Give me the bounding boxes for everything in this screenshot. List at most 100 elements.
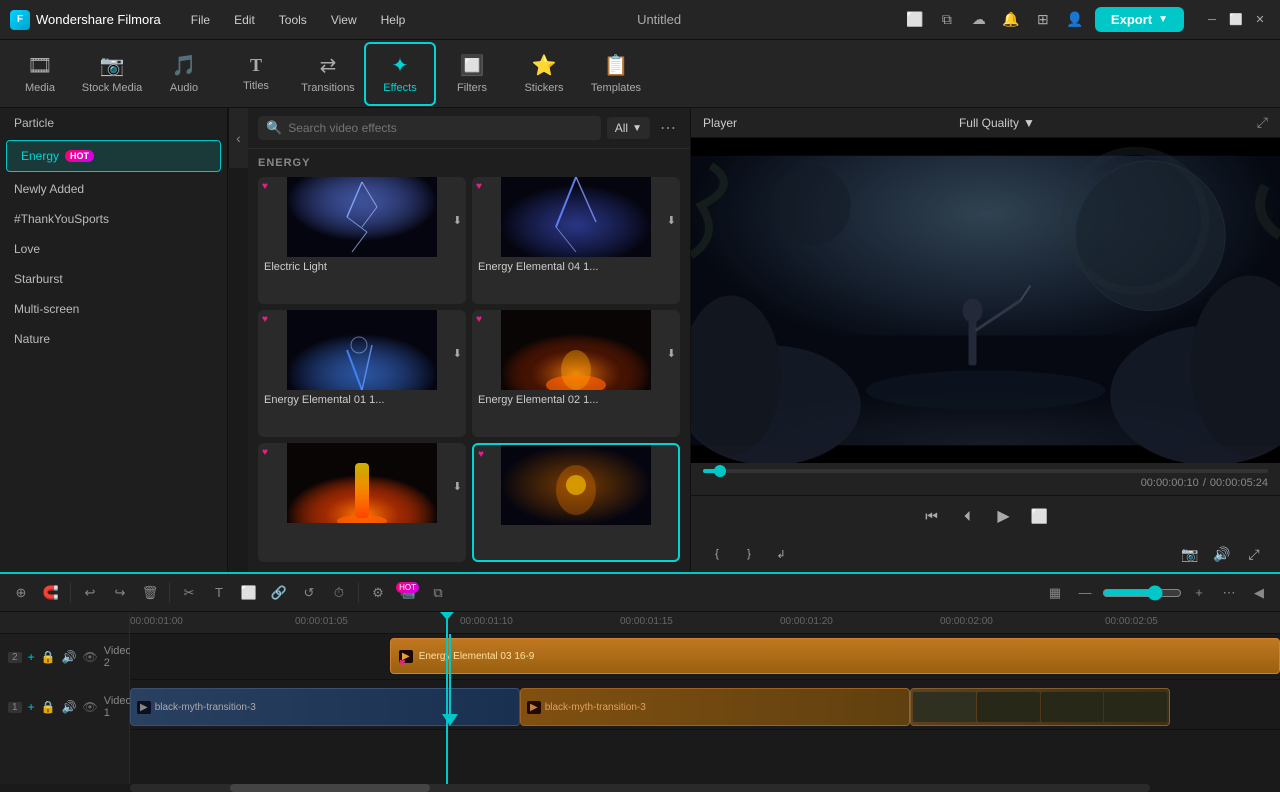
topbar-icon-4[interactable]: 🔔	[999, 8, 1023, 32]
menu-help[interactable]: Help	[371, 9, 416, 31]
effect-clip-block[interactable]: ▶ Energy Elemental 03 16-9 ♥	[390, 638, 1280, 674]
download-icon[interactable]: ⬇	[453, 214, 462, 227]
topbar-icon-5[interactable]: ⊞	[1031, 8, 1055, 32]
effect-thumb-energy-02: ♥ ⬇	[472, 310, 680, 390]
maximize-button[interactable]: ⬜	[1226, 10, 1246, 30]
download-icon[interactable]: ⬇	[667, 214, 676, 227]
more-options-button[interactable]: ⋯	[656, 118, 680, 138]
zoom-out-button[interactable]: —	[1072, 580, 1098, 606]
nav-item-effects[interactable]: ✦ Effects	[364, 42, 436, 106]
more-timeline-button[interactable]: ⋯	[1216, 580, 1242, 606]
close-button[interactable]: ✕	[1250, 10, 1270, 30]
fullscreen-icon[interactable]: ⤢	[1257, 114, 1268, 131]
mark-in-button[interactable]: {	[703, 540, 731, 568]
horizontal-scrollbar[interactable]	[130, 784, 1150, 792]
insert-button[interactable]: ↲	[767, 540, 795, 568]
stop-button[interactable]: ⬜	[1026, 502, 1054, 530]
adjust-button[interactable]: ⚙	[365, 580, 391, 606]
export-button[interactable]: Export ▼	[1095, 7, 1184, 32]
track-icon-volume-video1[interactable]: 🔊	[62, 700, 77, 714]
video-clip-1[interactable]: ▶ black-myth-transition-3	[130, 688, 520, 726]
menu-edit[interactable]: Edit	[224, 9, 265, 31]
effect-card-energy-01[interactable]: ♥ ⬇ Energy Elemental 01 1...	[258, 310, 466, 437]
redo-button[interactable]: ↪	[107, 580, 133, 606]
topbar-icon-1[interactable]: ⬜	[903, 8, 927, 32]
expand-button[interactable]: ⤢	[1240, 540, 1268, 568]
topbar-icon-3[interactable]: ☁	[967, 8, 991, 32]
search-input[interactable]	[288, 121, 593, 135]
sidebar-item-multi-screen[interactable]: Multi-screen	[0, 294, 227, 324]
zoom-in-button[interactable]: +	[1186, 580, 1212, 606]
undo-button[interactable]: ↩	[77, 580, 103, 606]
player-label: Player	[703, 116, 737, 130]
go-to-start-button[interactable]: ⏮	[918, 502, 946, 530]
menu-view[interactable]: View	[321, 9, 367, 31]
nav-item-media[interactable]: 🎞 Media	[4, 42, 76, 106]
effect-card-energy-04[interactable]: ♥ ⬇ Energy Elemental 04 1...	[472, 177, 680, 304]
sidebar-item-particle[interactable]: Particle	[0, 108, 227, 138]
play-button[interactable]: ▶	[990, 502, 1018, 530]
text-tool-button[interactable]: T	[206, 580, 232, 606]
track-icon-eye-video2[interactable]: 👁	[82, 650, 97, 664]
screen-record-button[interactable]: 📹 HOT	[395, 580, 421, 606]
zoom-slider[interactable]	[1102, 585, 1182, 601]
scrollbar-thumb[interactable]	[230, 784, 430, 792]
add-track-button[interactable]: ⊕	[8, 580, 34, 606]
download-icon[interactable]: ⬇	[453, 480, 462, 493]
sidebar-item-love[interactable]: Love	[0, 234, 227, 264]
sidebar-item-nature[interactable]: Nature	[0, 324, 227, 354]
sidebar-item-newly-added[interactable]: Newly Added	[0, 174, 227, 204]
delete-button[interactable]: 🗑	[137, 580, 163, 606]
topbar-icon-2[interactable]: ⧉	[935, 8, 959, 32]
track-icon-add-v1[interactable]: +	[28, 700, 35, 714]
track-icon-lock-v1[interactable]: 🔒	[41, 700, 56, 714]
sidebar-item-starburst[interactable]: Starburst	[0, 264, 227, 294]
effect-card-energy-05[interactable]: ♥	[472, 443, 680, 562]
track-icon-volume-video2[interactable]: 🔊	[62, 650, 77, 664]
pip-button[interactable]: ⧉	[425, 580, 451, 606]
track-icon-lock[interactable]: 🔒	[41, 650, 56, 664]
video-clip-2[interactable]: ▶ black-myth-transition-3	[520, 688, 910, 726]
menu-file[interactable]: File	[181, 9, 220, 31]
collapse-button[interactable]: ◀	[1246, 580, 1272, 606]
magnet-button[interactable]: 🧲	[38, 580, 64, 606]
cut-button[interactable]: ✂	[176, 580, 202, 606]
timer-button[interactable]: ⏱	[326, 580, 352, 606]
mark-out-button[interactable]: }	[735, 540, 763, 568]
playhead[interactable]	[446, 612, 448, 784]
track-height-button[interactable]: ▦	[1042, 580, 1068, 606]
link-button[interactable]: 🔗	[266, 580, 292, 606]
filter-dropdown[interactable]: All ▼	[607, 117, 650, 139]
player-extra-controls: { } ↲ 📷 🔊 ⤢	[691, 536, 1280, 572]
track-icon-add[interactable]: +	[28, 650, 35, 664]
nav-item-stickers[interactable]: ⭐ Stickers	[508, 42, 580, 106]
crop-button[interactable]: ⬜	[236, 580, 262, 606]
sidebar-item-thankyousports[interactable]: #ThankYouSports	[0, 204, 227, 234]
effect-card-energy-02[interactable]: ♥ ⬇ Energy Elemental 02 1...	[472, 310, 680, 437]
stickers-icon: ⭐	[532, 53, 557, 78]
loop-button[interactable]: ↺	[296, 580, 322, 606]
video-clip-3[interactable]	[910, 688, 1170, 726]
nav-item-stock-media[interactable]: 📷 Stock Media	[76, 42, 148, 106]
minimize-button[interactable]: ─	[1202, 10, 1222, 30]
topbar-icon-6[interactable]: 👤	[1063, 8, 1087, 32]
progress-bar[interactable]	[703, 469, 1268, 473]
sidebar-item-energy[interactable]: Energy HOT	[6, 140, 221, 172]
nav-item-filters[interactable]: 🔲 Filters	[436, 42, 508, 106]
volume-button[interactable]: 🔊	[1208, 540, 1236, 568]
nav-item-titles[interactable]: T Titles	[220, 42, 292, 106]
download-icon[interactable]: ⬇	[453, 347, 462, 360]
quality-selector[interactable]: Full Quality ▼	[959, 116, 1035, 130]
track-icon-eye-video1[interactable]: 👁	[82, 700, 97, 714]
snapshot-button[interactable]: 📷	[1176, 540, 1204, 568]
effect-card-energy-03[interactable]: ♥ ⬇	[258, 443, 466, 562]
download-icon[interactable]: ⬇	[667, 347, 676, 360]
effect-card-electric-light[interactable]: ♥ ⬇ Electric Light	[258, 177, 466, 304]
nav-label-templates: Templates	[591, 82, 641, 94]
nav-item-transitions[interactable]: ⇄ Transitions	[292, 42, 364, 106]
step-back-button[interactable]: ⏴	[954, 502, 982, 530]
nav-item-audio[interactable]: 🎵 Audio	[148, 42, 220, 106]
sidebar-collapse-button[interactable]: ‹	[228, 108, 248, 168]
menu-tools[interactable]: Tools	[269, 9, 317, 31]
nav-item-templates[interactable]: 📋 Templates	[580, 42, 652, 106]
